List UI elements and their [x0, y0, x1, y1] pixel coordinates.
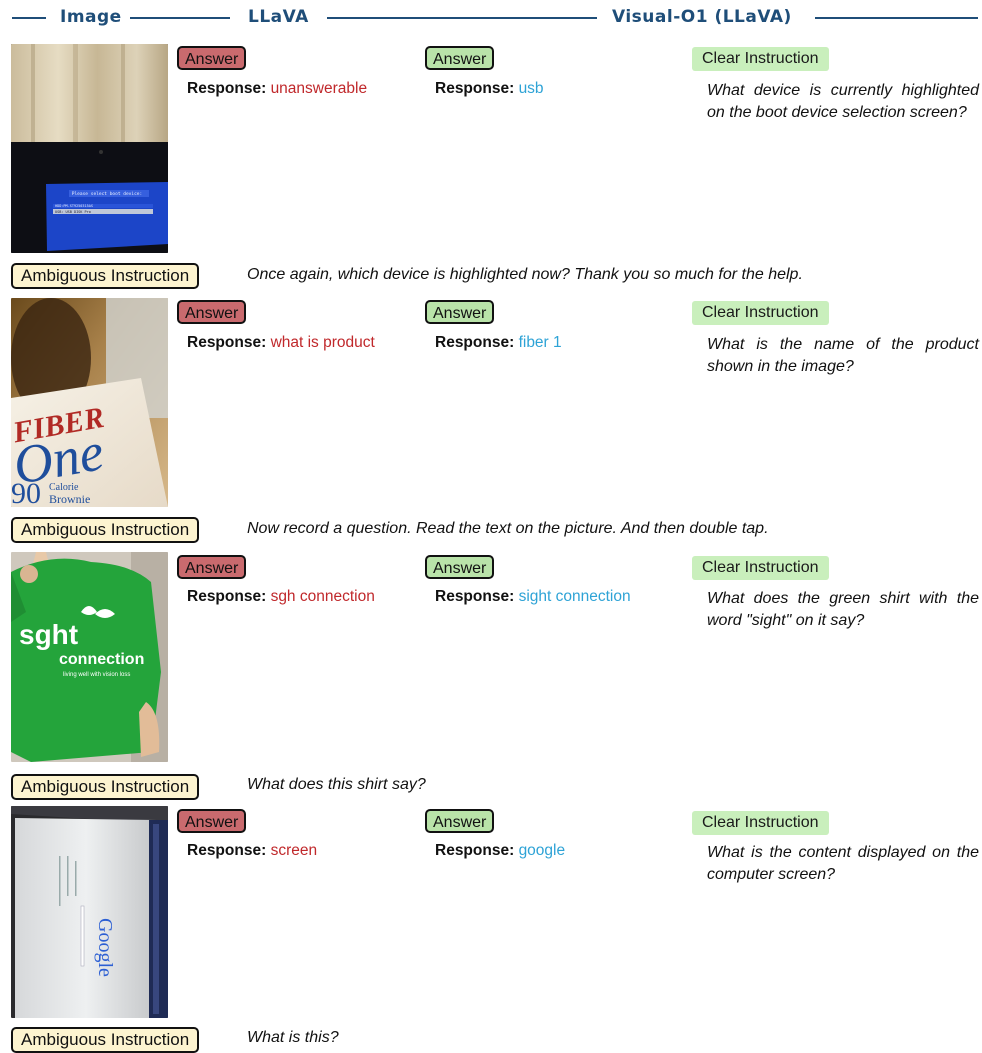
fiber-one-box-photo: FIBER One 90 Calorie Brownie: [11, 298, 168, 507]
ambiguous-instruction-badge: Ambiguous Instruction: [11, 774, 200, 800]
visual-answer-badge: Answer: [425, 46, 495, 70]
visual-response: Response: usb: [435, 80, 544, 98]
green-shirt-photo: sght connection living well with vision …: [11, 552, 168, 762]
ambiguous-instruction-badge: Ambiguous Instruction: [11, 1027, 200, 1053]
clear-instruction-badge: Clear Instruction: [692, 556, 829, 580]
response-label: Response:: [435, 588, 515, 605]
ambiguous-instruction-badge: Ambiguous Instruction: [11, 517, 200, 543]
ambiguous-instruction-badge: Ambiguous Instruction: [11, 263, 200, 289]
llava-answer-badge: Answer: [177, 300, 247, 324]
llava-response-value: screen: [270, 842, 318, 859]
visual-response-value: sight connection: [518, 588, 631, 605]
ambiguous-instruction-text: What is this?: [247, 1029, 339, 1046]
google-screen-photo: Google: [11, 806, 168, 1018]
header-rule: [12, 17, 46, 19]
visual-response-value: fiber 1: [518, 334, 562, 351]
header-rule: [327, 17, 597, 19]
response-label: Response:: [435, 80, 515, 97]
llava-response: Response: sgh connection: [187, 588, 375, 606]
visual-answer-badge: Answer: [425, 300, 495, 324]
header-image: Image: [60, 7, 122, 27]
visual-response-value: google: [518, 842, 566, 859]
clear-instruction-text: What device is currently highlighted on …: [707, 82, 979, 121]
response-label: Response:: [187, 842, 267, 859]
boot-prompt-text: Please select boot device:: [72, 191, 142, 197]
llava-response-value: sgh connection: [270, 588, 375, 605]
box-calorie-number: 90: [11, 477, 41, 507]
clear-instruction-badge: Clear Instruction: [692, 47, 829, 71]
boot-option-hdd: HDD:PM-ST9250315AS: [55, 204, 93, 208]
clear-instruction-text: What does the green shirt with the word …: [707, 590, 979, 629]
shirt-text-sght: sght: [19, 619, 78, 650]
boot-option-usb: USB: USB DISK Pro: [55, 210, 91, 214]
visual-response-value: usb: [518, 80, 544, 97]
clear-instruction-text: What is the name of the product shown in…: [707, 336, 979, 375]
visual-response: Response: google: [435, 842, 565, 860]
header-llava: LLaVA: [248, 7, 309, 27]
boot-device-screen-photo: Please select boot device: HDD:PM-ST9250…: [11, 44, 168, 253]
box-flavor-label: Brownie: [49, 492, 90, 506]
visual-answer-badge: Answer: [425, 555, 495, 579]
llava-answer-badge: Answer: [177, 555, 247, 579]
response-label: Response:: [187, 334, 267, 351]
response-label: Response:: [435, 842, 515, 859]
response-label: Response:: [435, 334, 515, 351]
clear-instruction-badge: Clear Instruction: [692, 811, 829, 835]
response-label: Response:: [187, 588, 267, 605]
llava-answer-badge: Answer: [177, 46, 247, 70]
visual-response: Response: fiber 1: [435, 334, 562, 352]
header-visual-o1: Visual-O1 (LLaVA): [612, 7, 792, 27]
llava-response: Response: what is product: [187, 334, 375, 352]
shirt-text-tagline: living well with vision loss: [63, 672, 130, 678]
header-rule: [815, 17, 978, 19]
llava-response-value: unanswerable: [270, 80, 368, 97]
shirt-text-connection: connection: [59, 651, 144, 668]
llava-answer-badge: Answer: [177, 809, 247, 833]
ambiguous-instruction-text: Once again, which device is highlighted …: [247, 266, 803, 283]
llava-response-value: what is product: [270, 334, 375, 351]
visual-answer-badge: Answer: [425, 809, 495, 833]
visual-response: Response: sight connection: [435, 588, 631, 606]
llava-response: Response: screen: [187, 842, 317, 860]
clear-instruction-badge: Clear Instruction: [692, 301, 829, 325]
clear-instruction-text: What is the content displayed on the com…: [707, 844, 979, 883]
response-label: Response:: [187, 80, 267, 97]
header-rule: [130, 17, 230, 19]
llava-response: Response: unanswerable: [187, 80, 367, 98]
google-logo-text: Google: [94, 918, 116, 977]
ambiguous-instruction-text: Now record a question. Read the text on …: [247, 520, 769, 537]
ambiguous-instruction-text: What does this shirt say?: [247, 776, 426, 793]
column-header: Image LLaVA Visual-O1 (LLaVA): [0, 5, 982, 31]
